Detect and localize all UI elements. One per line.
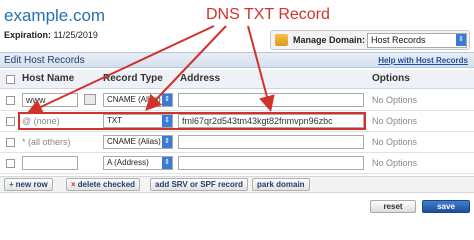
arrow-to-address [247,25,275,112]
annotation-arrows [26,25,275,115]
